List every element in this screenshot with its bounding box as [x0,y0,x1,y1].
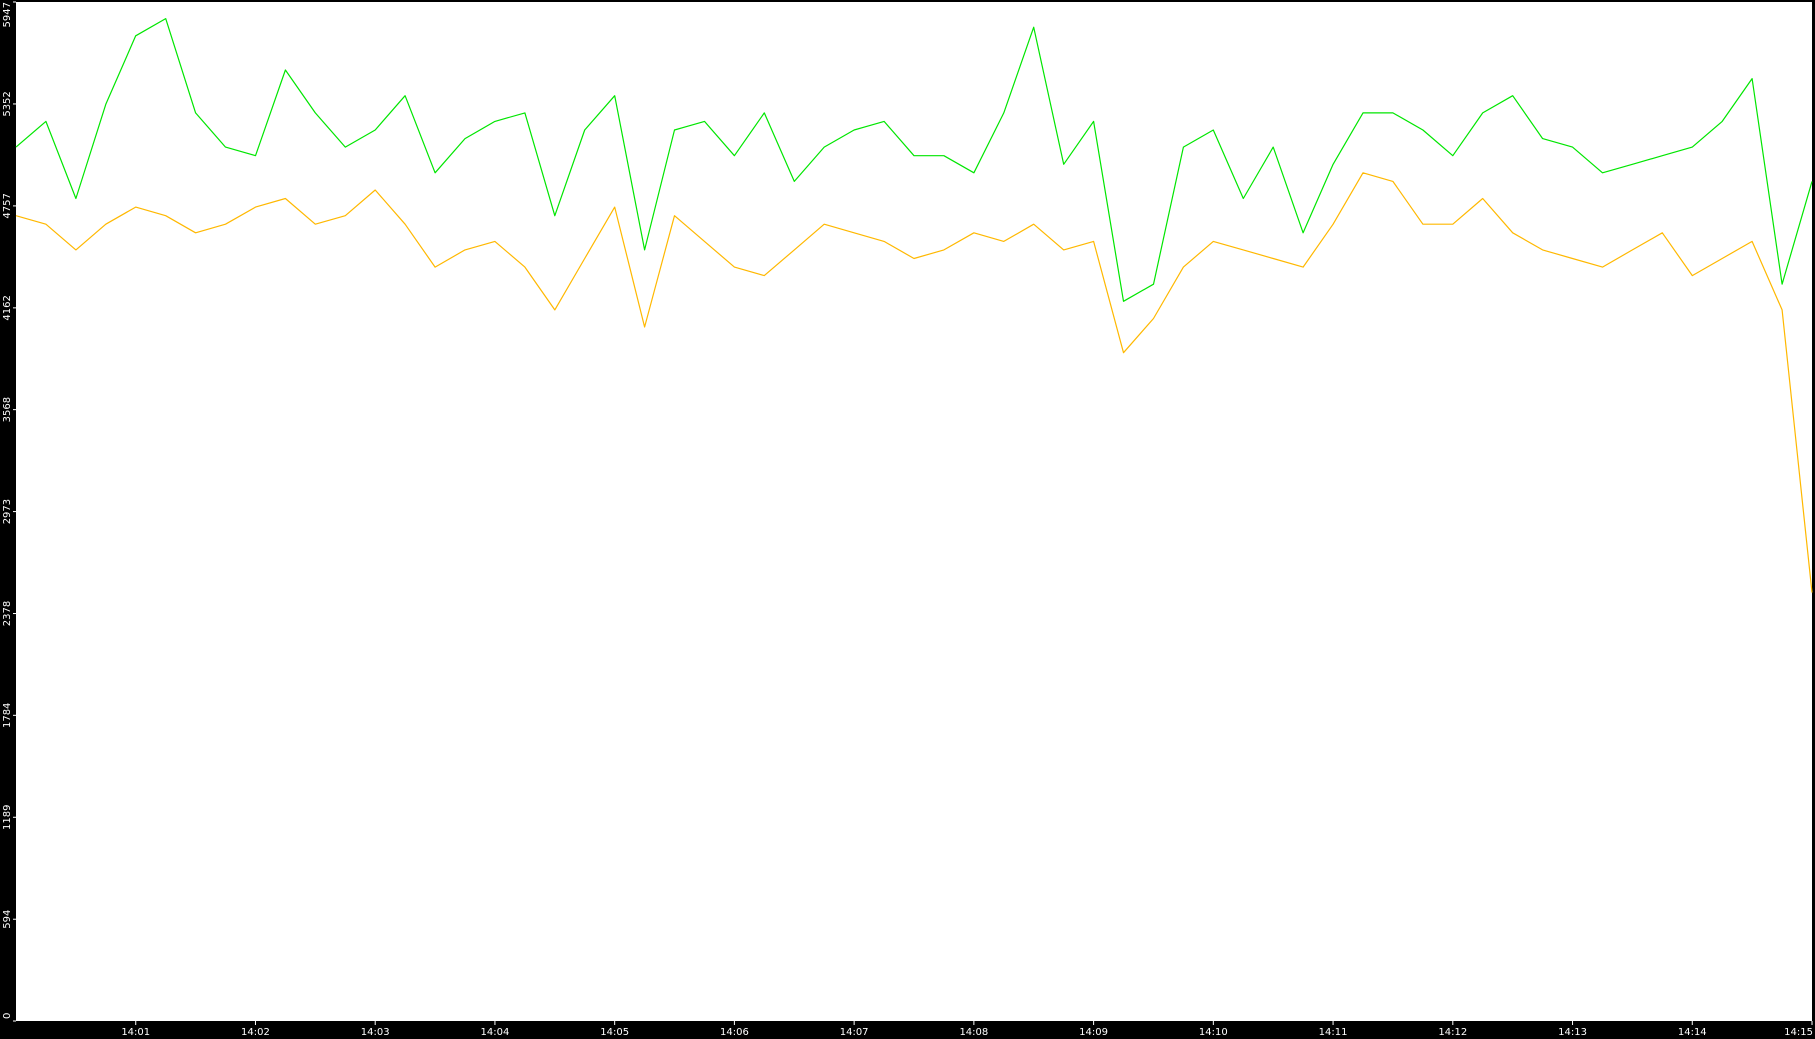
y-tick-label: 2973 [2,499,13,524]
y-tick-label: 1784 [2,703,13,728]
x-tick-label: 14:10 [1199,1027,1228,1038]
y-tick-label: 4757 [2,193,13,218]
x-tick-label: 14:15 [1784,1027,1813,1038]
y-tick-label: 594 [2,910,13,929]
y-axis: 0 594 1189 1784 2378 2973 3568 4162 4757 5352 5947 [2,1,16,1022]
y-tick-label: 3568 [2,397,13,422]
x-tick-label: 14:12 [1438,1027,1467,1038]
y-tick-label: 0 [2,1013,13,1019]
y-tick-label: 1189 [2,805,13,830]
y-tick-label: 2378 [2,601,13,626]
x-tick-label: 14:04 [481,1027,510,1038]
x-tick-label: 14:11 [1319,1027,1348,1038]
y-tick-label: 5947 [2,2,13,27]
chart-container: 0 594 1189 1784 2378 2973 3568 4162 4757 5352 5947… [0,0,1815,1039]
x-tick-label: 14:07 [840,1027,869,1038]
x-tick-label: 14:01 [121,1027,150,1038]
x-tick-label: 14:05 [600,1027,629,1038]
x-tick-label: 14:14 [1678,1027,1707,1038]
x-tick-label: 14:13 [1558,1027,1587,1038]
x-tick-label: 14:02 [241,1027,270,1038]
line-chart: 0 594 1189 1784 2378 2973 3568 4162 4757 5352 5947… [2,1,1813,1038]
x-axis: 14:01 14:02 14:03 14:04 14:05 14:06 14:07 14:08… [121,1021,1813,1038]
y-tick-label: 5352 [2,91,13,116]
x-tick-label: 14:08 [959,1027,988,1038]
x-tick-label: 14:06 [720,1027,749,1038]
x-tick-label: 14:03 [361,1027,390,1038]
x-tick-label: 14:09 [1079,1027,1108,1038]
y-tick-label: 4162 [2,295,13,320]
